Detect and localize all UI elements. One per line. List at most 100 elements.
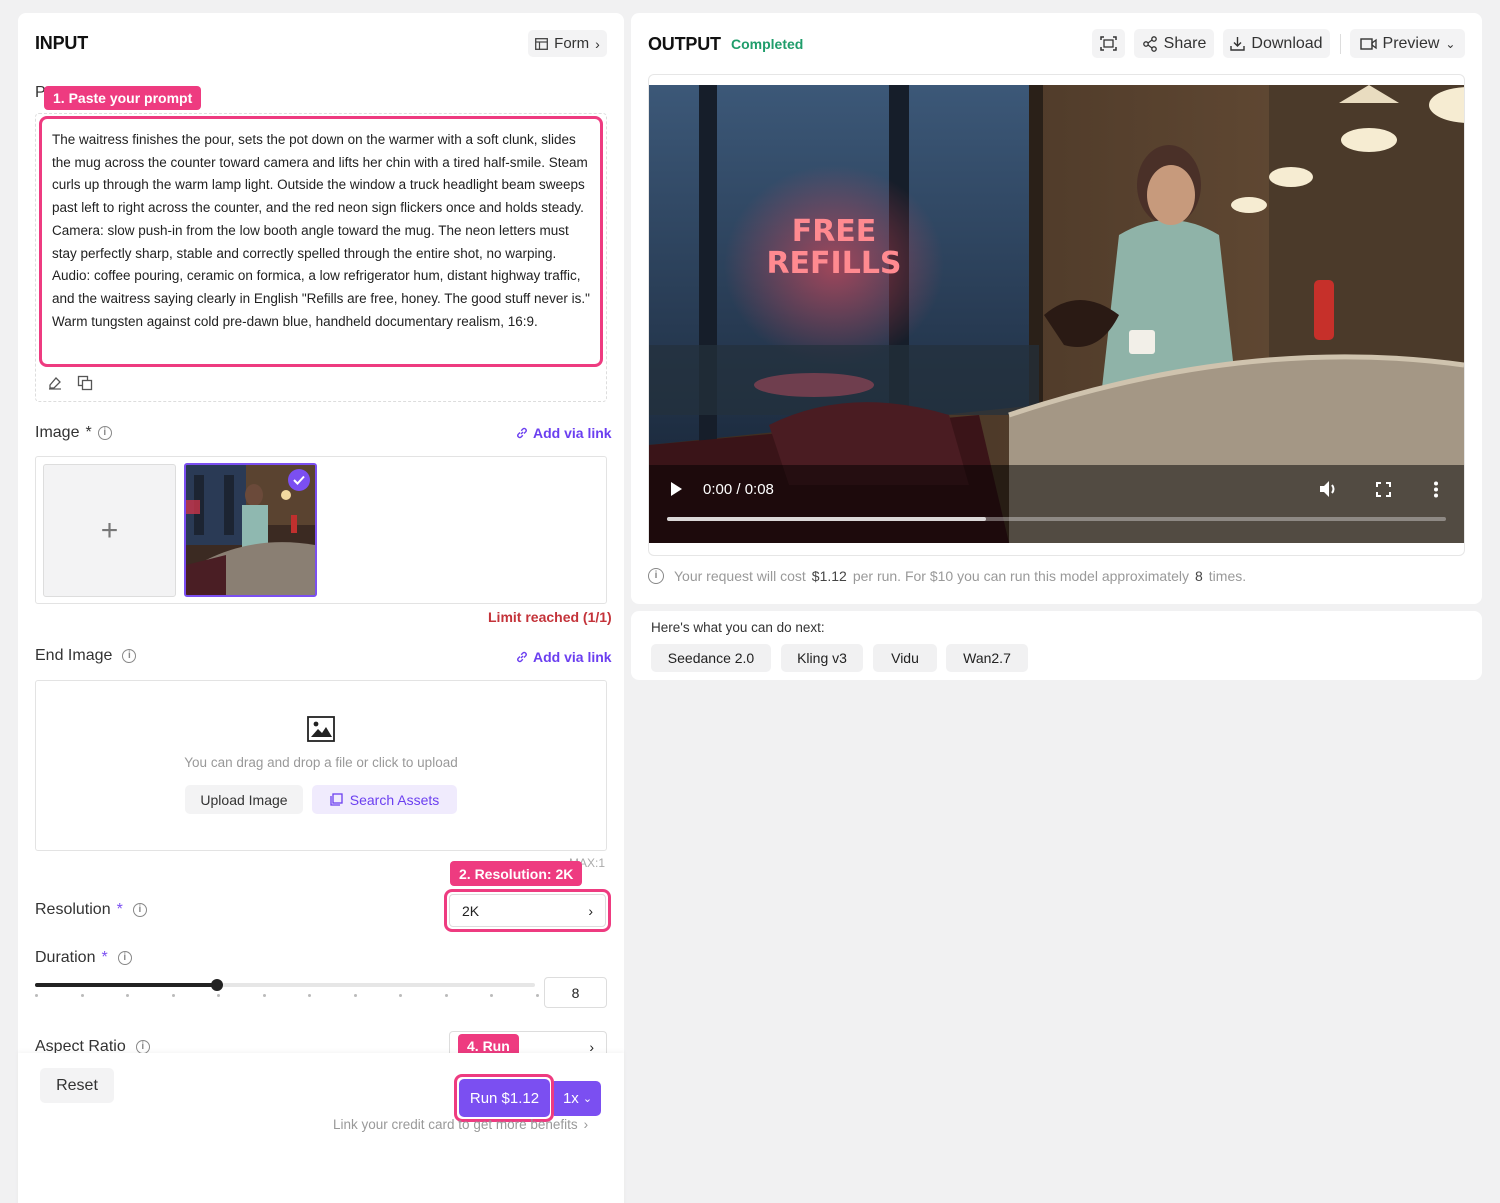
- cost-prefix: Your request will cost: [674, 568, 806, 584]
- share-label: Share: [1163, 34, 1207, 52]
- video-time: 0:00 / 0:08: [703, 481, 774, 498]
- diner-video-frame: FREE REFILLS: [649, 85, 1464, 543]
- credit-card-link[interactable]: Link your credit card to get more benefi…: [333, 1117, 588, 1132]
- slider-tick: [262, 994, 266, 997]
- info-icon[interactable]: i: [97, 426, 112, 440]
- info-icon[interactable]: i: [132, 903, 147, 917]
- slider-tick: [353, 994, 357, 997]
- next-chip-wan[interactable]: Wan2.7: [946, 644, 1028, 672]
- cost-value: $1.12: [811, 568, 847, 584]
- link-icon: [517, 651, 527, 663]
- neon-sign-line2: REFILLS: [766, 246, 901, 281]
- image-label-row: Image * i: [35, 424, 112, 442]
- more-options-icon[interactable]: [1433, 481, 1439, 498]
- slider-tick: [171, 994, 175, 997]
- duration-label: Duration: [35, 949, 96, 966]
- drop-hint: You can drag and drop a file or click to…: [184, 755, 458, 770]
- info-icon[interactable]: i: [135, 1040, 150, 1054]
- plus-icon: +: [100, 513, 119, 547]
- download-icon: [1230, 37, 1246, 51]
- video-player[interactable]: FREE REFILLS 0:00 / 0:08: [649, 85, 1464, 543]
- uploaded-image-thumbnail[interactable]: [184, 463, 317, 597]
- image-add-via-link[interactable]: Add via link: [515, 425, 612, 441]
- fullscreen-icon[interactable]: [1376, 482, 1391, 497]
- slider-tick: [126, 994, 129, 997]
- cost-times: 8: [1195, 568, 1203, 584]
- prompt-textarea[interactable]: The waitress finishes the pour, sets the…: [39, 116, 603, 367]
- next-chip-seedance[interactable]: Seedance 2.0: [651, 644, 771, 672]
- run-multiplier-select[interactable]: 1x ⌄: [554, 1081, 601, 1116]
- assets-icon: [330, 793, 343, 806]
- output-title: OUTPUT: [648, 34, 721, 54]
- cost-mid: per run. For $10 you can run this model …: [852, 568, 1189, 584]
- chevron-down-icon: ⌄: [1445, 36, 1456, 51]
- preview-label: Preview: [1382, 34, 1440, 52]
- required-mark: *: [116, 901, 123, 918]
- run-button[interactable]: Run $1.12: [459, 1079, 550, 1117]
- play-icon[interactable]: [669, 481, 685, 497]
- reset-button[interactable]: Reset: [40, 1068, 114, 1103]
- add-via-link-label: Add via link: [533, 425, 612, 441]
- next-chip-kling[interactable]: Kling v3: [781, 644, 863, 672]
- cost-notice: i Your request will cost $1.12 per run. …: [648, 568, 1246, 584]
- share-icon: [1142, 35, 1157, 52]
- slider-tick: [35, 994, 38, 997]
- eraser-icon[interactable]: [47, 375, 63, 391]
- chevron-right-icon: ›: [583, 1117, 589, 1132]
- end-image-add-via-link[interactable]: Add via link: [515, 649, 612, 665]
- next-heading: Here's what you can do next:: [651, 620, 825, 635]
- slider-tick: [490, 994, 493, 997]
- slider-tick: [444, 994, 448, 997]
- upload-image-button[interactable]: Upload Image: [185, 785, 303, 814]
- volume-icon[interactable]: [1319, 480, 1339, 498]
- info-icon[interactable]: i: [117, 951, 132, 965]
- duration-label-row: Duration * i: [35, 949, 132, 967]
- slider-tick: [535, 994, 539, 997]
- duration-value: 8: [571, 984, 580, 1001]
- next-chip-vidu[interactable]: Vidu: [873, 644, 937, 672]
- chevron-right-icon: ›: [588, 902, 593, 919]
- toolbar-divider: [1340, 34, 1341, 54]
- search-assets-button[interactable]: Search Assets: [312, 785, 457, 814]
- video-camera-icon: [1359, 37, 1377, 50]
- info-icon[interactable]: i: [122, 649, 137, 663]
- duration-slider-fill: [35, 983, 217, 987]
- preview-select[interactable]: Preview ⌄: [1350, 29, 1465, 58]
- download-button[interactable]: Download: [1223, 29, 1330, 58]
- share-button[interactable]: Share: [1134, 29, 1214, 58]
- duration-slider-thumb[interactable]: [211, 979, 223, 991]
- prompt-text: The waitress finishes the pour, sets the…: [52, 132, 590, 329]
- form-toggle-button[interactable]: Form ›: [528, 30, 607, 57]
- output-panel: OUTPUT Completed Share Download Preview …: [631, 13, 1482, 604]
- resolution-label: Resolution: [35, 901, 111, 918]
- resolution-select[interactable]: 2K ›: [449, 894, 606, 927]
- slider-tick: [217, 994, 220, 997]
- resolution-value: 2K: [462, 902, 480, 919]
- required-mark: *: [101, 949, 108, 966]
- selected-check-icon: [288, 469, 310, 491]
- table-icon: [535, 37, 549, 50]
- end-image-label-row: End Image i: [35, 647, 137, 665]
- video-progress-track[interactable]: [667, 517, 1446, 521]
- slider-tick: [308, 994, 311, 997]
- slider-tick: [399, 994, 402, 997]
- add-via-link-label: Add via link: [533, 649, 612, 665]
- search-assets-label: Search Assets: [349, 791, 440, 808]
- duration-input[interactable]: 8: [544, 977, 607, 1008]
- status-badge: Completed: [731, 36, 804, 52]
- credit-card-link-label: Link your credit card to get more benefi…: [333, 1117, 578, 1132]
- duration-slider[interactable]: [35, 979, 539, 1003]
- link-icon: [517, 427, 527, 439]
- input-title: INPUT: [35, 33, 89, 53]
- add-image-button[interactable]: +: [43, 464, 176, 597]
- slider-tick: [80, 994, 84, 997]
- chevron-right-icon: ›: [595, 35, 600, 52]
- focus-frame-icon: [1100, 36, 1117, 51]
- limit-reached-text: Limit reached (1/1): [488, 609, 612, 625]
- resolution-step-tag: 2. Resolution: 2K: [450, 861, 583, 886]
- info-icon: i: [648, 568, 664, 584]
- copy-icon[interactable]: [77, 375, 93, 391]
- run-multiplier-value: 1x: [562, 1090, 579, 1107]
- resolution-label-row: Resolution * i: [35, 901, 147, 919]
- fullscreen-frame-button[interactable]: [1092, 29, 1125, 58]
